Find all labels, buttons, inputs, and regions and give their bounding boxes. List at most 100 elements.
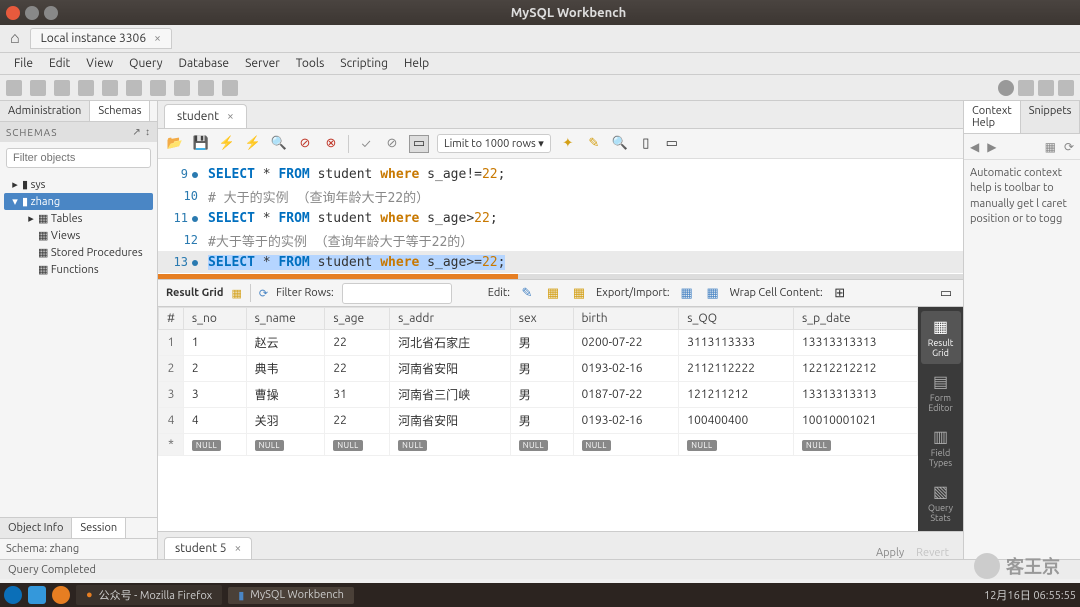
toggle-left-panel-icon[interactable] [1018,80,1034,96]
help-auto-icon[interactable]: ⟳ [1064,140,1074,154]
editor-splitter[interactable] [158,274,963,279]
administration-tab[interactable]: Administration [0,101,90,121]
help-back-icon[interactable]: ◀ [970,140,979,154]
result-tab[interactable]: student 5 × [164,537,252,559]
settings-icon[interactable] [998,80,1014,96]
stop-on-error-icon[interactable]: ⊗ [322,135,340,153]
autocommit-icon[interactable]: ▭ [409,135,429,153]
menu-edit[interactable]: Edit [41,57,78,70]
close-result-icon[interactable]: × [235,542,242,555]
table-row[interactable]: 33曹操31河南省三门峡男0187-07-2212121121213313313… [159,382,918,408]
reconnect-icon[interactable] [222,80,238,96]
add-row-icon[interactable]: ▦ [544,284,562,302]
revert-button[interactable]: Revert [916,547,949,559]
side-tab-query-stats[interactable]: ▧QueryStats [921,476,961,529]
table-row[interactable]: 11赵云22河北省石家庄男0200-07-2231131133331331331… [159,330,918,356]
menu-database[interactable]: Database [171,57,238,70]
sql-file-tab[interactable]: student × [164,104,247,128]
menu-tools[interactable]: Tools [288,57,333,70]
sql-editor[interactable]: 9SELECT * FROM student where s_age!=22;1… [158,159,963,274]
wrap-cell-icon[interactable]: ⊞ [831,284,849,302]
column-header[interactable]: birth [573,308,679,330]
schema-sys[interactable]: ▸▮ sys [4,176,153,193]
commit-icon[interactable]: ✓ [357,135,375,153]
menu-help[interactable]: Help [396,57,437,70]
tree-tables[interactable]: ▸▦ Tables [4,210,153,227]
beautify-icon[interactable]: ✦ [559,135,577,153]
column-header[interactable]: s_age [325,308,390,330]
inspector-icon[interactable] [54,80,70,96]
filter-rows-input[interactable] [342,283,452,304]
save-file-icon[interactable]: 💾 [192,135,210,153]
apply-button[interactable]: Apply [876,547,904,559]
search-icon[interactable] [198,80,214,96]
tree-stored-procedures[interactable]: ▦ Stored Procedures [4,244,153,261]
new-tab-icon[interactable] [78,80,94,96]
snippets-tab[interactable]: Snippets [1021,101,1080,133]
menu-file[interactable]: File [6,57,41,70]
code-line[interactable]: # 大于的实例 （查询年龄大于22的） [208,187,429,206]
pin-result-icon[interactable]: ▭ [937,284,955,302]
column-header[interactable]: s_no [183,308,246,330]
table-icon[interactable] [102,80,118,96]
window-maximize-icon[interactable] [44,6,58,20]
execute-current-icon[interactable]: ⚡ [244,135,262,153]
table-row[interactable]: 44关羽22河南省安阳男0193-02-16100400400100100010… [159,408,918,434]
wrap-icon[interactable]: ▭ [663,135,681,153]
explain-icon[interactable]: 🔍 [270,135,288,153]
menu-server[interactable]: Server [237,57,288,70]
filter-objects-input[interactable] [6,148,151,168]
side-tab-form-editor[interactable]: ▤FormEditor [921,366,961,419]
close-file-icon[interactable]: × [227,110,234,123]
invisible-chars-icon[interactable]: ▯ [637,135,655,153]
connection-tab[interactable]: Local instance 3306 × [30,28,172,49]
rollback-icon[interactable]: ⊘ [383,135,401,153]
help-copy-icon[interactable]: ▦ [1045,140,1056,154]
limit-rows-select[interactable]: Limit to 1000 rows ▾ [437,134,551,153]
show-apps-icon[interactable] [4,586,22,604]
column-header[interactable]: # [159,308,184,330]
edit-row-icon[interactable]: ✎ [518,284,536,302]
view-icon[interactable] [126,80,142,96]
function-icon[interactable] [174,80,190,96]
open-file-icon[interactable]: 📂 [166,135,184,153]
column-header[interactable]: s_p_date [794,308,918,330]
window-close-icon[interactable] [6,6,20,20]
schemas-expand-icon[interactable]: ↗ ↕ [132,126,151,138]
menu-scripting[interactable]: Scripting [332,57,396,70]
execute-icon[interactable]: ⚡ [218,135,236,153]
refresh-icon[interactable]: ⟳ [259,287,268,300]
window-minimize-icon[interactable] [25,6,39,20]
tree-functions[interactable]: ▦ Functions [4,261,153,278]
column-header[interactable]: s_name [246,308,325,330]
taskbar-firefox[interactable]: ●公众号 - Mozilla Firefox [76,585,222,605]
code-line[interactable]: SELECT * FROM student where s_age!=22; [208,167,505,182]
side-tab-field-types[interactable]: ▥FieldTypes [921,421,961,474]
code-line[interactable]: SELECT * FROM student where s_age>22; [208,211,498,226]
find-icon[interactable]: ✎ [585,135,603,153]
code-line[interactable]: SELECT * FROM student where s_age>=22; [208,255,505,270]
column-header[interactable]: sex [510,308,573,330]
schemas-tab[interactable]: Schemas [90,101,150,121]
delete-row-icon[interactable]: ▦ [570,284,588,302]
stop-icon[interactable]: ⊘ [296,135,314,153]
home-icon[interactable]: ⌂ [10,29,20,48]
firefox-launcher-icon[interactable] [52,586,70,604]
stored-proc-icon[interactable] [150,80,166,96]
column-header[interactable]: s_QQ [679,308,794,330]
table-row[interactable]: 22典韦22河南省安阳男0193-02-16211211222212212212… [159,356,918,382]
object-info-tab[interactable]: Object Info [0,518,72,538]
code-line[interactable]: #大于等于的实例 （查询年龄大于等于22的） [208,231,473,250]
toggle-bottom-panel-icon[interactable] [1038,80,1054,96]
search-icon-2[interactable]: 🔍 [611,135,629,153]
export-icon[interactable]: ▦ [678,284,696,302]
session-tab[interactable]: Session [72,518,126,538]
menu-view[interactable]: View [78,57,121,70]
schema-zhang[interactable]: ▾▮ zhang [4,193,153,210]
files-icon[interactable] [28,586,46,604]
tree-views[interactable]: ▦ Views [4,227,153,244]
new-sql-icon[interactable] [6,80,22,96]
result-grid[interactable]: #s_nos_names_ages_addrsexbirths_QQs_p_da… [158,307,918,531]
side-tab-result-grid[interactable]: ▦ResultGrid [921,311,961,364]
toggle-right-panel-icon[interactable] [1058,80,1074,96]
